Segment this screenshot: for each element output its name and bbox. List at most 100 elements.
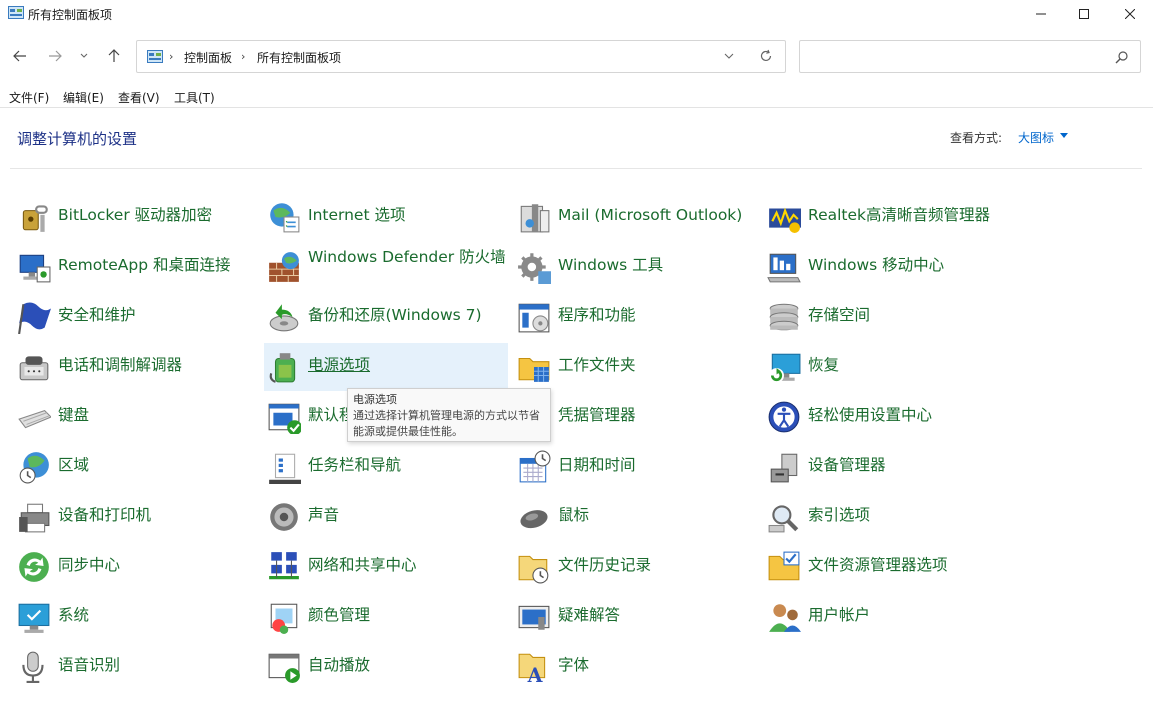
control-panel-item[interactable]: 设备和打印机 bbox=[14, 493, 258, 541]
control-panel-item[interactable]: 区域 bbox=[14, 443, 258, 491]
minimize-button[interactable] bbox=[1018, 0, 1064, 28]
control-panel-item[interactable]: Windows Defender 防火墙 bbox=[264, 243, 508, 291]
control-panel-item-label: 系统 bbox=[58, 606, 90, 624]
remoteapp-icon bbox=[19, 254, 51, 283]
window-title: 所有控制面板项 bbox=[28, 8, 113, 22]
control-panel-item[interactable]: 轻松使用设置中心 bbox=[764, 393, 1008, 441]
file-history-icon bbox=[518, 555, 549, 584]
phone-modem-icon bbox=[19, 356, 49, 381]
menu-view[interactable]: 查看(V) bbox=[118, 89, 160, 106]
control-panel-item-label: Windows Defender 防火墙 bbox=[308, 248, 506, 266]
control-panel-item[interactable]: 存储空间 bbox=[764, 293, 1008, 341]
speech-icon bbox=[22, 651, 44, 683]
sound-icon bbox=[270, 503, 298, 531]
control-panel-item[interactable]: 任务栏和导航 bbox=[264, 443, 508, 491]
menu-edit[interactable]: 编辑(E) bbox=[63, 89, 104, 106]
control-panel-item[interactable]: A 字体 bbox=[514, 643, 758, 691]
arrow-right-icon bbox=[49, 50, 62, 62]
control-panel-item[interactable]: 电话和调制解调器 bbox=[14, 343, 258, 391]
bitlocker-icon bbox=[22, 205, 48, 232]
date-time-icon bbox=[519, 450, 551, 483]
firewall-icon bbox=[269, 252, 299, 282]
control-panel-item[interactable]: Windows 移动中心 bbox=[764, 243, 1008, 291]
control-panel-item[interactable]: 安全和维护 bbox=[14, 293, 258, 341]
region-icon bbox=[19, 452, 49, 484]
control-panel-item-label: 颜色管理 bbox=[308, 606, 371, 624]
work-folders-icon bbox=[518, 357, 550, 382]
mobility-center-icon bbox=[767, 253, 801, 283]
arrow-left-icon bbox=[13, 50, 26, 62]
control-panel-item[interactable]: 鼠标 bbox=[514, 493, 758, 541]
windows-tools-icon bbox=[518, 253, 551, 284]
breadcrumb-control-panel[interactable]: 控制面板 bbox=[184, 49, 232, 66]
control-panel-item[interactable]: 文件资源管理器选项 bbox=[764, 543, 1008, 591]
control-panel-item[interactable]: Mail (Microsoft Outlook) bbox=[514, 193, 758, 241]
forward-button[interactable] bbox=[43, 44, 67, 68]
control-panel-item-label: 电源选项 bbox=[308, 356, 371, 374]
control-panel-item[interactable]: 设备管理器 bbox=[764, 443, 1008, 491]
recent-locations-button[interactable] bbox=[74, 44, 94, 68]
control-panel-item[interactable]: 键盘 bbox=[14, 393, 258, 441]
address-bar[interactable]: › 控制面板 › 所有控制面板项 bbox=[136, 40, 786, 73]
control-panel-item[interactable]: BitLocker 驱动器加密 bbox=[14, 193, 258, 241]
control-panel-item[interactable]: 备份和还原(Windows 7) bbox=[264, 293, 508, 341]
control-panel-icon bbox=[147, 50, 163, 63]
control-panel-item[interactable]: 颜色管理 bbox=[264, 593, 508, 641]
control-panel-item[interactable]: 索引选项 bbox=[764, 493, 1008, 541]
control-panel-item-label: Mail (Microsoft Outlook) bbox=[558, 206, 743, 224]
control-panel-item[interactable]: Realtek高清晰音频管理器 bbox=[764, 193, 1008, 241]
control-panel-item-label: 索引选项 bbox=[808, 506, 871, 524]
default-programs-icon bbox=[268, 403, 301, 434]
mail-icon bbox=[520, 204, 550, 233]
control-panel-item-label: 设备和打印机 bbox=[58, 506, 152, 524]
search-input[interactable] bbox=[806, 46, 1106, 68]
control-panel-item[interactable]: 用户帐户 bbox=[764, 593, 1008, 641]
maximize-button[interactable] bbox=[1061, 0, 1107, 28]
menu-bar: 文件(F) 编辑(E) 查看(V) 工具(T) bbox=[0, 86, 1153, 108]
control-panel-item[interactable]: 程序和功能 bbox=[514, 293, 758, 341]
control-panel-item-label: Windows 移动中心 bbox=[808, 256, 945, 274]
search-icon[interactable] bbox=[1115, 50, 1129, 64]
breadcrumb-all-items[interactable]: 所有控制面板项 bbox=[257, 49, 341, 66]
control-panel-item[interactable]: RemoteApp 和桌面连接 bbox=[14, 243, 258, 291]
control-panel-item[interactable]: Internet 选项 bbox=[264, 193, 508, 241]
search-box[interactable] bbox=[799, 40, 1141, 73]
control-panel-item-label: 程序和功能 bbox=[558, 306, 636, 324]
close-button[interactable] bbox=[1107, 0, 1153, 28]
control-panel-item[interactable]: 工作文件夹 bbox=[514, 343, 758, 391]
control-panel-item[interactable]: 语音识别 bbox=[14, 643, 258, 691]
menu-tools[interactable]: 工具(T) bbox=[174, 89, 215, 106]
control-panel-item[interactable]: 疑难解答 bbox=[514, 593, 758, 641]
control-panel-item-label: 电话和调制解调器 bbox=[58, 356, 183, 374]
control-panel-item-label: 文件资源管理器选项 bbox=[808, 556, 948, 574]
up-button[interactable] bbox=[102, 44, 126, 68]
caret-down-icon[interactable] bbox=[1060, 133, 1068, 138]
troubleshooting-icon bbox=[518, 605, 550, 630]
control-panel-item[interactable]: 同步中心 bbox=[14, 543, 258, 591]
control-panel-item-label: 工作文件夹 bbox=[558, 356, 636, 374]
control-panel-item[interactable]: 网络和共享中心 bbox=[264, 543, 508, 591]
control-panel-item[interactable]: 声音 bbox=[264, 493, 508, 541]
control-panel-item[interactable]: 系统 bbox=[14, 593, 258, 641]
menu-file[interactable]: 文件(F) bbox=[9, 89, 49, 106]
control-panel-item[interactable]: 日期和时间 bbox=[514, 443, 758, 491]
chevron-down-icon[interactable] bbox=[724, 50, 734, 62]
control-panel-item[interactable]: 恢复 bbox=[764, 343, 1008, 391]
control-panel-item[interactable]: 电源选项 bbox=[264, 343, 508, 391]
control-panel-item[interactable]: 文件历史记录 bbox=[514, 543, 758, 591]
refresh-icon[interactable] bbox=[759, 49, 773, 63]
control-panel-item[interactable]: Windows 工具 bbox=[514, 243, 758, 291]
control-panel-item-label: 鼠标 bbox=[558, 506, 590, 524]
security-flag-icon bbox=[18, 302, 51, 334]
control-panel-item[interactable]: 自动播放 bbox=[264, 643, 508, 691]
view-by-dropdown[interactable]: 大图标 bbox=[1018, 129, 1054, 146]
breadcrumb-separator-icon[interactable]: › bbox=[241, 50, 245, 63]
back-button[interactable] bbox=[8, 44, 32, 68]
taskbar-icon bbox=[269, 453, 301, 484]
programs-features-icon bbox=[518, 303, 550, 333]
control-panel-item-label: 日期和时间 bbox=[558, 456, 636, 474]
control-panel-item-label: 字体 bbox=[558, 656, 590, 674]
recovery-icon bbox=[769, 353, 801, 383]
breadcrumb-separator-icon[interactable]: › bbox=[169, 50, 173, 63]
user-accounts-icon bbox=[769, 604, 801, 632]
